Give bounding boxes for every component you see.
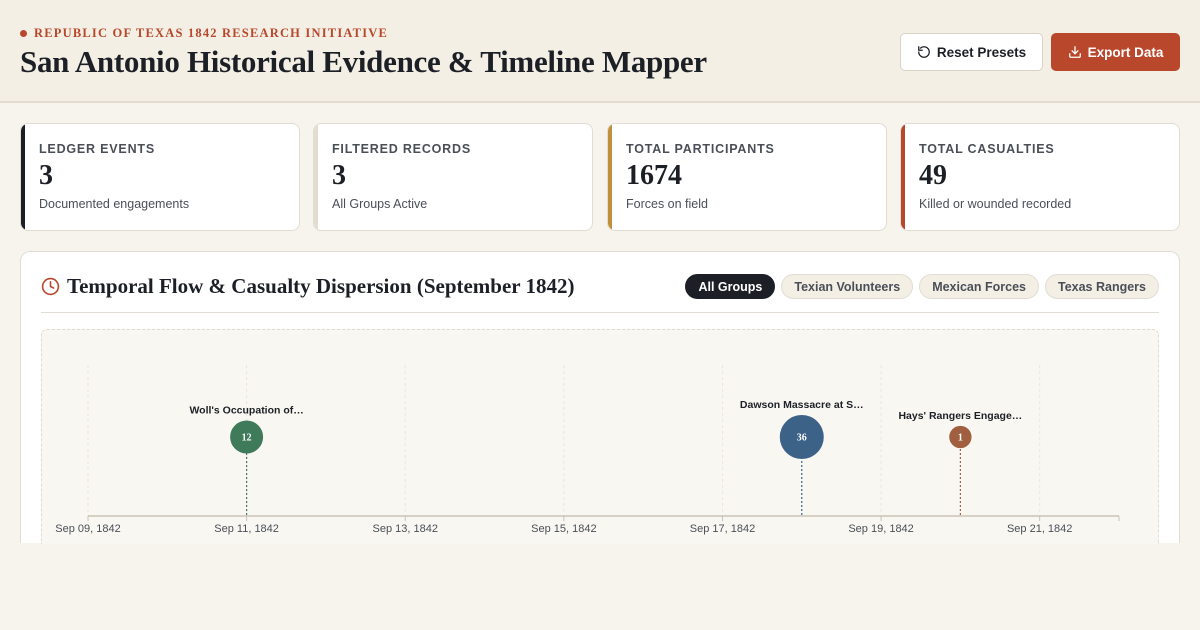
x-tick-label: Sep 19, 1842 bbox=[848, 523, 913, 535]
export-data-label: Export Data bbox=[1087, 44, 1164, 60]
panel-title-text: Temporal Flow & Casualty Dispersion (Sep… bbox=[67, 274, 575, 298]
download-icon bbox=[1068, 46, 1081, 58]
clock-icon bbox=[41, 277, 60, 296]
stat-subtext: All Groups Active bbox=[332, 197, 428, 211]
reset-icon bbox=[917, 46, 930, 58]
event-casualty-label: 36 bbox=[797, 433, 807, 444]
stat-accent-bar bbox=[901, 124, 905, 230]
event-title-label: Hays' Rangers Engage… bbox=[898, 410, 1022, 422]
page-title: San Antonio Historical Evidence & Timeli… bbox=[20, 44, 707, 79]
project-eyebrow: REPUBLIC OF TEXAS 1842 RESEARCH INITIATI… bbox=[20, 26, 388, 41]
stat-accent-bar bbox=[21, 124, 25, 230]
x-tick-label: Sep 09, 1842 bbox=[55, 523, 120, 535]
stat-card-total-participants: TOTAL PARTICIPANTS 1674 Forces on field bbox=[607, 123, 887, 231]
stat-label: LEDGER EVENTS bbox=[39, 142, 155, 156]
x-tick-label: Sep 17, 1842 bbox=[690, 523, 755, 535]
stat-accent-bar bbox=[608, 124, 612, 230]
status-dot-icon bbox=[20, 30, 27, 37]
app-header: REPUBLIC OF TEXAS 1842 RESEARCH INITIATI… bbox=[0, 0, 1200, 103]
stat-value: 3 bbox=[39, 160, 53, 191]
filter-texas-rangers[interactable]: Texas Rangers bbox=[1044, 274, 1159, 299]
event-casualty-label: 12 bbox=[242, 433, 252, 444]
filter-texian-volunteers[interactable]: Texian Volunteers bbox=[781, 274, 914, 299]
stat-label: TOTAL CASUALTIES bbox=[919, 142, 1055, 156]
filter-all-groups[interactable]: All Groups bbox=[685, 274, 776, 299]
filter-mexican-forces[interactable]: Mexican Forces bbox=[919, 274, 1039, 299]
stat-subtext: Documented engagements bbox=[39, 197, 190, 211]
event-title-label: Dawson Massacre at S… bbox=[740, 399, 864, 411]
stat-card-filtered-records: FILTERED RECORDS 3 All Groups Active bbox=[313, 123, 593, 231]
stat-card-ledger-events: LEDGER EVENTS 3 Documented engagements bbox=[20, 123, 300, 231]
stat-accent-bar bbox=[314, 124, 318, 230]
stat-label: FILTERED RECORDS bbox=[332, 142, 471, 156]
event-title-label: Woll's Occupation of… bbox=[189, 404, 303, 416]
event-casualty-label: 1 bbox=[958, 433, 963, 444]
timeline-panel: Temporal Flow & Casualty Dispersion (Sep… bbox=[20, 251, 1180, 544]
stat-label: TOTAL PARTICIPANTS bbox=[626, 142, 775, 156]
reset-presets-label: Reset Presets bbox=[936, 44, 1027, 60]
timeline-chart: Sep 09, 1842 Sep 11, 1842 Sep 13, 1842 Sep … bbox=[41, 329, 1159, 544]
eyebrow-text: REPUBLIC OF TEXAS 1842 RESEARCH INITIATI… bbox=[34, 26, 389, 40]
export-data-button[interactable]: Export Data bbox=[1051, 33, 1180, 71]
stat-subtext: Forces on field bbox=[626, 197, 708, 211]
x-tick-label: Sep 13, 1842 bbox=[373, 523, 438, 535]
stat-value: 1674 bbox=[626, 160, 682, 191]
stat-value: 49 bbox=[919, 160, 947, 191]
timeline-svg: Sep 09, 1842 Sep 11, 1842 Sep 13, 1842 Sep … bbox=[55, 365, 1120, 535]
x-tick-label: Sep 11, 1842 bbox=[214, 523, 279, 535]
panel-title: Temporal Flow & Casualty Dispersion (Sep… bbox=[41, 274, 575, 299]
group-filter-bar: All Groups Texian Volunteers Mexican For… bbox=[685, 274, 1159, 299]
reset-presets-button[interactable]: Reset Presets bbox=[900, 33, 1043, 71]
stat-value: 3 bbox=[332, 160, 346, 191]
panel-divider bbox=[41, 312, 1159, 313]
stat-subtext: Killed or wounded recorded bbox=[919, 197, 1072, 211]
x-tick-label: Sep 21, 1842 bbox=[1007, 523, 1072, 535]
stat-card-total-casualties: TOTAL CASUALTIES 49 Killed or wounded re… bbox=[900, 123, 1180, 231]
x-tick-label: Sep 15, 1842 bbox=[531, 523, 596, 535]
